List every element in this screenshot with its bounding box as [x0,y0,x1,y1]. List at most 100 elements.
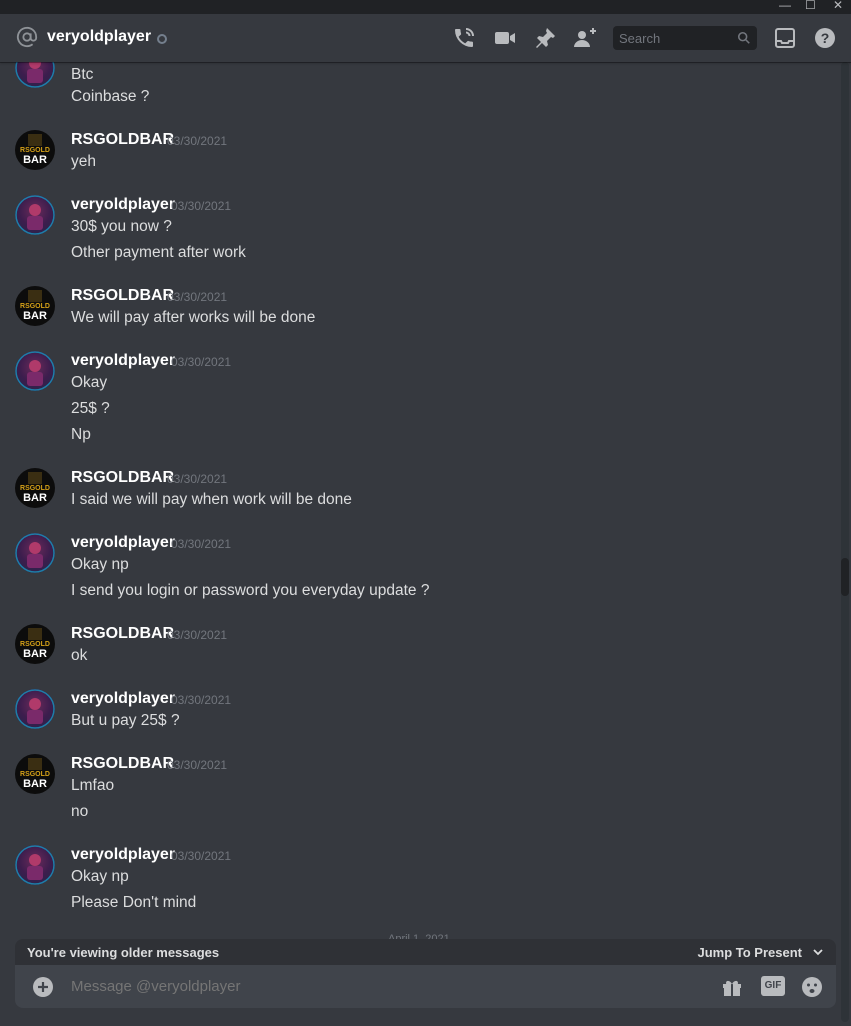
message-line: yeh [71,153,96,170]
close-icon[interactable]: ✕ [833,0,843,12]
avatar[interactable] [15,351,55,391]
svg-text:RSGOLD: RSGOLD [20,641,50,648]
character-avatar-icon [15,689,55,729]
message-author[interactable]: RSGOLDBAR [71,625,174,643]
search-input[interactable]: Search [613,26,757,50]
svg-text:RSGOLD: RSGOLD [20,771,50,778]
minimize-icon[interactable]: — [779,0,791,12]
message-timestamp: 03/30/2021 [171,355,232,369]
message-author[interactable]: veryoldplayer [71,690,175,708]
svg-text:?: ? [821,30,830,46]
message-author[interactable]: veryoldplayer [71,196,175,214]
avatar[interactable] [15,845,55,885]
at-sign-icon [16,26,38,47]
svg-text:BAR: BAR [23,778,47,790]
gift-icon[interactable] [720,975,744,999]
rsgoldbar-logo-icon: RSGOLD BAR [20,758,50,790]
message-timestamp: 03/30/2021 [167,628,228,642]
message-timestamp: 03/30/2021 [171,693,232,707]
avatar[interactable]: RSGOLD BAR [15,130,55,170]
message-line: I send you login or password you everyda… [71,582,430,599]
search-placeholder: Search [619,31,661,46]
avatar[interactable]: RSGOLD BAR [15,754,55,794]
chevron-down-icon[interactable] [812,946,824,958]
rsgoldbar-logo-icon: RSGOLD BAR [20,134,50,166]
pinned-messages-icon[interactable] [533,26,557,50]
add-friend-icon[interactable] [573,26,597,50]
rsgoldbar-logo-icon: RSGOLD BAR [20,472,50,504]
upload-plus-icon[interactable] [31,975,55,999]
message-line: Btc [71,66,94,83]
message-line: Lmfao [71,777,115,794]
scrollbar-track[interactable] [841,62,849,1022]
message-line: 30$ you now ? [71,218,172,235]
help-icon[interactable]: ? [813,26,837,50]
message-line: I said we will pay when work will be don… [71,491,352,508]
message-author[interactable]: RSGOLDBAR [71,287,174,305]
message-timestamp: 03/30/2021 [171,199,232,213]
scrollbar-thumb[interactable] [841,558,849,596]
message-author[interactable]: veryoldplayer [71,846,175,864]
video-call-icon[interactable] [493,26,517,50]
message-timestamp: 03/30/2021 [167,134,228,148]
svg-text:BAR: BAR [23,310,47,322]
message-line: Okay np [71,556,129,573]
gif-button[interactable]: GIF [761,976,785,996]
message-line: Okay np [71,868,129,885]
avatar[interactable] [15,533,55,573]
inbox-icon[interactable] [773,26,797,50]
emoji-icon[interactable] [800,975,824,999]
message-composer: GIF [15,965,836,1008]
avatar[interactable]: RSGOLD BAR [15,286,55,326]
maximize-icon[interactable]: ☐ [805,0,816,12]
message-line: no [71,803,89,820]
message-input[interactable] [71,978,671,995]
message-line: Okay [71,374,108,391]
svg-text:RSGOLD: RSGOLD [20,303,50,310]
svg-text:RSGOLD: RSGOLD [20,485,50,492]
character-avatar-icon [15,351,55,391]
message-line: 25$ ? [71,400,110,417]
offline-status-icon [157,34,167,44]
rsgoldbar-logo-icon: RSGOLD BAR [20,628,50,660]
character-avatar-icon [15,845,55,885]
character-avatar-icon [15,533,55,573]
avatar[interactable] [15,195,55,235]
message-author[interactable]: RSGOLDBAR [71,755,174,773]
message-line: We will pay after works will be done [71,309,316,326]
avatar[interactable] [15,62,55,88]
older-messages-bar: You're viewing older messages Jump To Pr… [15,939,836,965]
channel-name: veryoldplayer [47,28,152,45]
svg-text:RSGOLD: RSGOLD [20,147,50,154]
message-line: Np [71,426,91,443]
character-avatar-icon [15,62,55,88]
rsgoldbar-logo-icon: RSGOLD BAR [20,290,50,322]
message-line: Other payment after work [71,244,246,261]
message-line: But u pay 25$ ? [71,712,180,729]
message-author[interactable]: RSGOLDBAR [71,131,174,149]
window-titlebar: — ☐ ✕ [0,0,851,14]
message-line: Coinbase ? [71,88,150,105]
message-timestamp: 03/30/2021 [167,472,228,486]
message-timestamp: 03/30/2021 [171,537,232,551]
svg-text:BAR: BAR [23,492,47,504]
jump-to-present-button[interactable]: Jump To Present [697,945,802,960]
older-messages-text: You're viewing older messages [27,945,220,960]
message-timestamp: 03/30/2021 [171,849,232,863]
channel-header: veryoldplayer Search ? [0,14,851,62]
message-author[interactable]: RSGOLDBAR [71,469,174,487]
message-line: Please Don't mind [71,894,197,911]
svg-text:BAR: BAR [23,648,47,660]
message-list: Btc Coinbase ? RSGOLD BAR RSGOLDBAR 03/3… [0,62,840,940]
search-icon [737,31,750,44]
avatar[interactable]: RSGOLD BAR [15,468,55,508]
character-avatar-icon [15,195,55,235]
message-timestamp: 03/30/2021 [167,290,228,304]
voice-call-icon[interactable] [452,26,476,50]
message-author[interactable]: veryoldplayer [71,352,175,370]
avatar[interactable] [15,689,55,729]
message-timestamp: 03/30/2021 [167,758,228,772]
message-author[interactable]: veryoldplayer [71,534,175,552]
avatar[interactable]: RSGOLD BAR [15,624,55,664]
svg-text:BAR: BAR [23,154,47,166]
